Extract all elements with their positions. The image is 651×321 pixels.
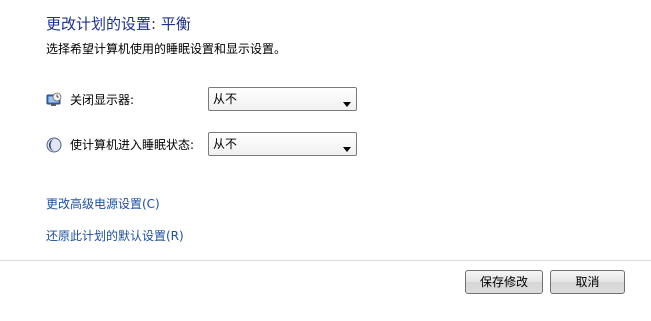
turn-off-display-select[interactable]: 从不: [208, 87, 357, 111]
chevron-down-icon: [342, 94, 352, 107]
divider: [0, 260, 651, 261]
sleep-label: 使计算机进入睡眠状态:: [70, 138, 195, 152]
monitor-clock-icon: [46, 92, 62, 108]
chevron-down-icon: [342, 139, 352, 152]
page-subtitle: 选择希望计算机使用的睡眠设置和显示设置。: [46, 42, 287, 56]
sleep-value: 从不: [213, 137, 238, 151]
turn-off-display-row: 关闭显示器: 从不: [46, 87, 376, 113]
turn-off-display-label: 关闭显示器:: [70, 93, 135, 107]
page-title: 更改计划的设置: 平衡: [46, 15, 191, 33]
power-plan-settings-page: 更改计划的设置: 平衡 选择希望计算机使用的睡眠设置和显示设置。 关闭显示器: …: [0, 0, 651, 321]
turn-off-display-value: 从不: [213, 92, 238, 106]
sleep-select[interactable]: 从不: [208, 132, 357, 156]
cancel-button[interactable]: 取消: [550, 270, 625, 294]
moon-sleep-icon: [46, 137, 62, 153]
save-changes-button[interactable]: 保存修改: [465, 270, 543, 294]
advanced-power-settings-link[interactable]: 更改高级电源设置(C): [46, 195, 160, 213]
sleep-row: 使计算机进入睡眠状态: 从不: [46, 132, 376, 158]
restore-defaults-link[interactable]: 还原此计划的默认设置(R): [46, 227, 184, 245]
